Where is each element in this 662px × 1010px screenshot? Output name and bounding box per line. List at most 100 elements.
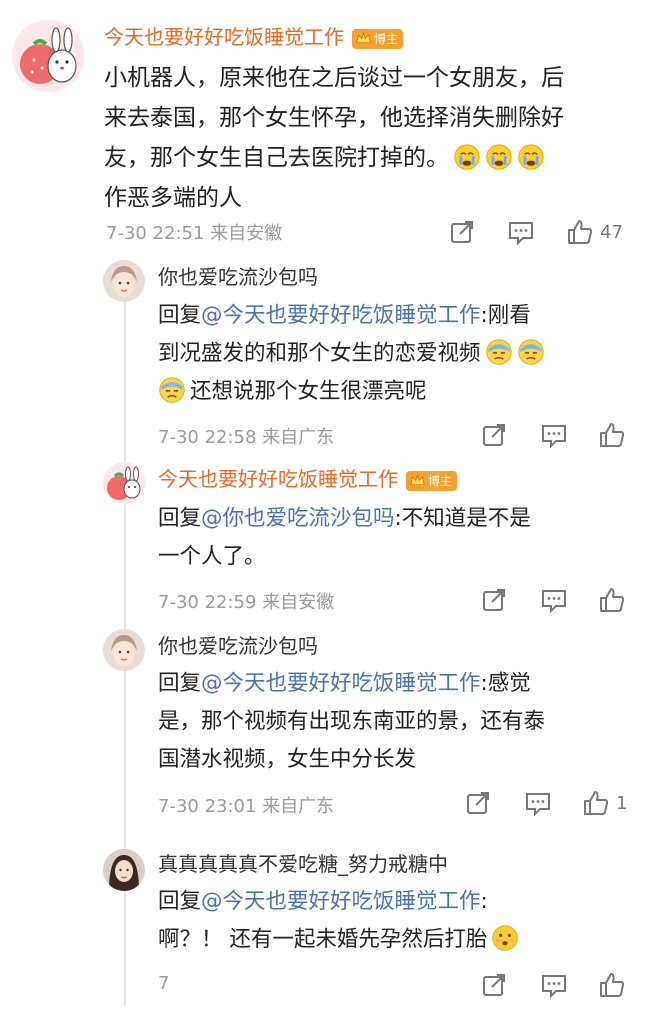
sweat-face-emoji-icon <box>159 377 185 403</box>
reply-item: 你也爱吃流沙包吗 回复@今天也要好好吃饭睡觉工作:刚看 到况盛发的和那个女生的恋… <box>0 255 662 455</box>
comment-line-text: 友，那个女生自己去医院打掉的。 <box>104 145 449 171</box>
thumbs-up-icon <box>600 973 625 997</box>
reply-button[interactable] <box>507 217 535 247</box>
like-button[interactable] <box>598 970 626 1000</box>
avatar[interactable] <box>103 849 145 891</box>
username[interactable]: 今天也要好好吃饭睡觉工作 博主 <box>104 24 404 50</box>
reply-line: 啊？！ 还有一起未婚先孕然后打胎 <box>158 921 638 959</box>
reply-line: 国潜水视频，女生中分长发 <box>158 747 417 772</box>
share-button[interactable] <box>448 217 476 247</box>
reply-line-text: :刚看 <box>480 303 531 328</box>
reply-line: 回复@今天也要好好吃饭睡觉工作: <box>158 883 638 921</box>
reply-item: 今天也要好好吃饭睡觉工作 博主 回复@你也爱吃流沙包吗:不知道是不是 一个人了。 … <box>0 460 662 620</box>
share-icon <box>451 221 473 243</box>
badge-label: 博主 <box>428 473 453 488</box>
reply-actions <box>0 585 662 615</box>
woman-avatar-icon <box>103 849 145 891</box>
share-icon <box>467 792 489 814</box>
avatar[interactable] <box>103 462 145 504</box>
mention-link[interactable]: @今天也要好好吃饭睡觉工作 <box>201 303 481 328</box>
thumbs-up-icon <box>600 423 625 447</box>
reply-actions <box>0 420 662 450</box>
sweat-face-emoji-icon <box>485 339 512 365</box>
share-button[interactable] <box>480 585 508 615</box>
share-button[interactable] <box>480 970 508 1000</box>
comment-icon <box>542 425 566 449</box>
like-button[interactable] <box>598 420 626 450</box>
crown-icon <box>356 31 371 43</box>
reply-text: 回复@今天也要好好吃饭睡觉工作: 啊？！ 还有一起未婚先孕然后打胎 <box>158 883 638 959</box>
share-icon <box>483 424 505 446</box>
reply-line-text: 啊？！ 还有一起未婚先孕然后打胎 <box>158 927 488 952</box>
like-button[interactable]: 1 <box>582 788 627 818</box>
reply-line-text: :感觉 <box>480 671 531 696</box>
share-icon <box>483 589 505 611</box>
reply-line: 还想说那个女生很漂亮呢 <box>158 373 638 411</box>
comment-icon <box>526 793 550 817</box>
main-comment: 今天也要好好吃饭睡觉工作 博主 小机器人，原来他在之后谈过一个女朋友，后 来去泰国… <box>0 0 662 250</box>
mention-link[interactable]: @今天也要好好吃饭睡觉工作 <box>201 671 481 696</box>
like-count: 47 <box>600 221 623 243</box>
reply-line: 到况盛发的和那个女生的恋爱视频 <box>158 335 638 373</box>
reply-actions <box>0 970 662 1000</box>
bunny-strawberry-avatar-icon <box>103 462 145 504</box>
thumbs-up-icon <box>584 791 609 815</box>
username[interactable]: 今天也要好好吃饭睡觉工作 博主 <box>158 466 458 492</box>
reply-line: 一个人了。 <box>158 544 266 569</box>
comment-icon <box>509 222 533 246</box>
username[interactable]: 真真真真真不爱吃糖_努力戒糖中 <box>158 851 448 877</box>
crying-face-emoji-icon <box>454 144 480 170</box>
reply-prefix: 回复 <box>158 889 202 914</box>
thumbs-up-icon <box>568 220 593 244</box>
reply-line-text: :不知道是不是 <box>394 506 531 531</box>
username-text[interactable]: 今天也要好好吃饭睡觉工作 <box>158 467 398 491</box>
reply-line: 回复@今天也要好好吃饭睡觉工作:感觉 <box>158 665 638 703</box>
share-button[interactable] <box>464 788 492 818</box>
bunny-strawberry-avatar-icon <box>12 20 84 92</box>
comment-icon <box>542 590 566 614</box>
reply-button[interactable] <box>540 970 568 1000</box>
like-button[interactable]: 47 <box>566 217 623 247</box>
comment-text: 小机器人，原来他在之后谈过一个女朋友，后 来去泰国，那个女生怀孕，他选择消失删除… <box>104 58 644 218</box>
reply-text: 回复@今天也要好好吃饭睡觉工作:刚看 到况盛发的和那个女生的恋爱视频 还想说那个… <box>158 297 638 411</box>
blogger-badge: 博主 <box>352 28 404 49</box>
reply-line-text: 还想说那个女生很漂亮呢 <box>190 379 427 404</box>
sweat-face-emoji-icon <box>517 339 544 365</box>
blogger-badge: 博主 <box>406 470 458 491</box>
username-text[interactable]: 今天也要好好吃饭睡觉工作 <box>104 25 344 49</box>
avatar[interactable] <box>103 260 145 302</box>
username[interactable]: 你也爱吃流沙包吗 <box>158 264 318 290</box>
reply-line: 是，那个视频有出现东南亚的景，还有泰 <box>158 709 546 734</box>
girl-avatar-icon <box>103 260 145 302</box>
reply-prefix: 回复 <box>158 303 202 328</box>
comment-icon <box>542 975 566 999</box>
share-icon <box>483 974 505 996</box>
mention-link[interactable]: @今天也要好好吃饭睡觉工作 <box>201 889 481 914</box>
girl-avatar-icon <box>103 629 145 671</box>
crown-icon <box>410 473 425 485</box>
reply-button[interactable] <box>524 788 552 818</box>
reply-button[interactable] <box>540 585 568 615</box>
avatar[interactable] <box>103 629 145 671</box>
share-button[interactable] <box>480 420 508 450</box>
mention-link[interactable]: @你也爱吃流沙包吗 <box>201 506 395 531</box>
reply-line: 回复@今天也要好好吃饭睡觉工作:刚看 <box>158 297 638 335</box>
like-button[interactable] <box>598 585 626 615</box>
comment-line: 来去泰国，那个女生怀孕，他选择消失删除好 <box>104 105 564 131</box>
reply-button[interactable] <box>540 420 568 450</box>
like-count: 1 <box>616 792 628 814</box>
reply-prefix: 回复 <box>158 671 202 696</box>
reply-actions: 1 <box>0 788 662 818</box>
avatar[interactable] <box>12 20 84 92</box>
reply-line-text: : <box>480 889 488 914</box>
comment-line: 作恶多端的人 <box>104 185 242 211</box>
reply-text: 回复@你也爱吃流沙包吗:不知道是不是 一个人了。 <box>158 500 638 576</box>
username[interactable]: 你也爱吃流沙包吗 <box>158 633 318 659</box>
reply-text: 回复@今天也要好好吃饭睡觉工作:感觉 是，那个视频有出现东南亚的景，还有泰 国潜… <box>158 665 638 779</box>
comment-line: 友，那个女生自己去医院打掉的。 <box>104 138 644 178</box>
reply-line: 回复@你也爱吃流沙包吗:不知道是不是 <box>158 500 638 538</box>
crying-face-emoji-icon <box>518 144 544 170</box>
thumbs-up-icon <box>600 588 625 612</box>
reply-item: 你也爱吃流沙包吗 回复@今天也要好好吃饭睡觉工作:感觉 是，那个视频有出现东南亚… <box>0 625 662 825</box>
reply-prefix: 回复 <box>158 506 202 531</box>
